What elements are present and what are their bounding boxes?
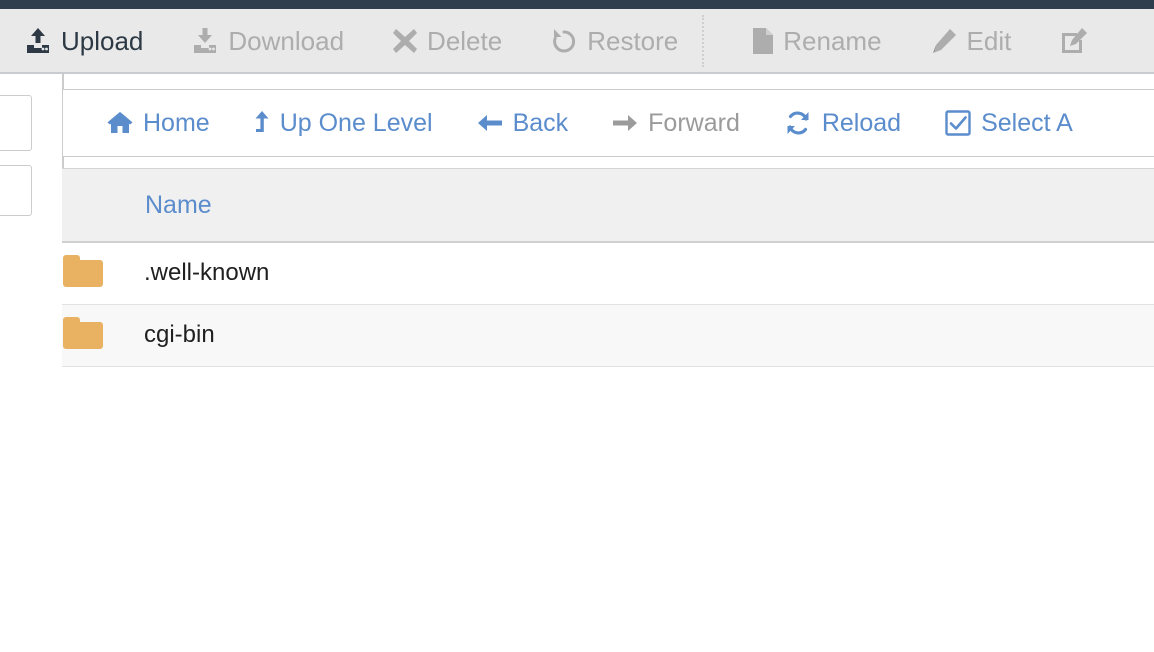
nav-reload-label: Reload [821,108,902,137]
download-button-label: Download [228,25,345,56]
file-listing-table: Name .well-known cgi-bin [62,168,1154,367]
nav-select-all-label: Select A [981,108,1073,137]
upload-button-label: Upload [61,25,144,56]
restore-button[interactable]: Restore [526,9,702,73]
rename-button-label: Rename [783,25,882,56]
file-table-header-row: Name [62,168,1154,243]
file-list-empty-area [62,365,1154,652]
pencil-icon [930,27,958,55]
table-row[interactable]: .well-known [62,242,1154,305]
file-manager-window: Upload Download Delete Restore Rename Ed… [0,0,1154,652]
edit-button-label: Edit [966,25,1012,56]
html-editor-button[interactable] [1035,9,1122,73]
delete-button-label: Delete [427,25,503,56]
nav-reload-button[interactable]: Reload [762,110,923,136]
restore-undo-icon [550,27,578,55]
upload-button[interactable]: Upload [0,9,167,73]
restore-button-label: Restore [587,25,679,56]
navigation-bar: Home Up One Level Back Forward Reload Se… [62,89,1154,157]
row-icon-cell [62,304,144,367]
html-editor-icon [1059,26,1089,56]
arrow-right-icon [612,112,638,134]
nav-up-one-level-button[interactable]: Up One Level [232,110,455,136]
file-icon [752,27,774,55]
select-column-header [62,168,144,243]
toolbar-divider [702,14,705,67]
reload-icon [784,110,812,136]
arrow-left-icon [477,112,503,134]
nav-up-one-level-label: Up One Level [279,108,433,137]
download-icon [191,27,219,55]
row-name-cell[interactable]: cgi-bin [144,304,1154,367]
nav-back-label: Back [512,108,569,137]
nav-back-button[interactable]: Back [455,108,591,137]
delete-button[interactable]: Delete [368,9,526,73]
folder-icon [62,254,104,288]
home-icon [107,111,133,135]
row-name-cell[interactable]: .well-known [144,242,1154,305]
name-sort-link[interactable]: Name [144,191,212,219]
row-icon-cell [62,242,144,305]
sidebar-tree-box[interactable] [0,165,32,216]
file-table-body: .well-known cgi-bin [62,242,1154,367]
nav-forward-button[interactable]: Forward [590,108,762,137]
folder-icon [62,316,104,350]
nav-home-button[interactable]: Home [85,108,232,137]
nav-home-label: Home [143,108,210,137]
up-arrow-icon [254,110,270,136]
table-row[interactable]: cgi-bin [62,304,1154,367]
rename-button[interactable]: Rename [728,9,905,73]
checkbox-checked-icon [945,110,971,136]
file-table-header: Name [62,168,1154,243]
upload-icon [24,27,52,55]
edit-button[interactable]: Edit [906,9,1036,73]
nav-select-all-button[interactable]: Select A [923,110,1095,136]
name-column-header[interactable]: Name [144,168,1154,243]
download-button[interactable]: Download [167,9,368,73]
nav-forward-label: Forward [648,108,740,137]
action-toolbar: Upload Download Delete Restore Rename Ed… [0,9,1154,74]
sidebar-search-box[interactable] [0,95,32,151]
delete-x-icon [392,28,418,54]
